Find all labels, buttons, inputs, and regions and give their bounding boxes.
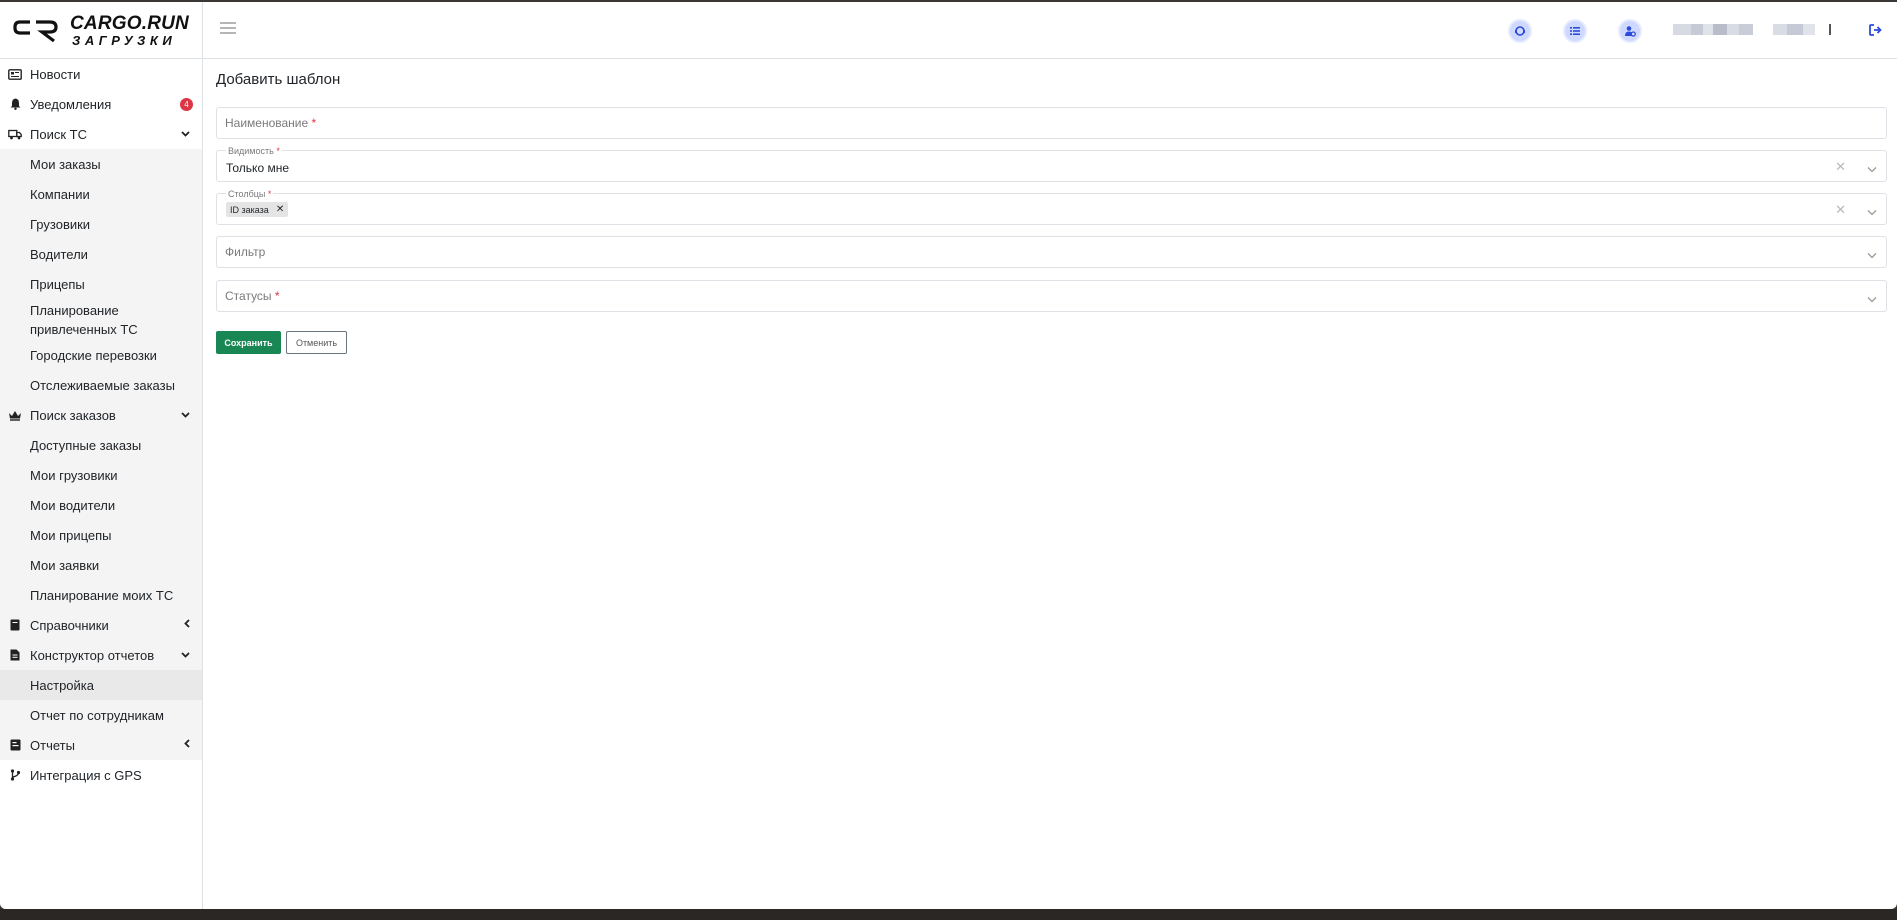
- filter-placeholder: Фильтр: [225, 245, 266, 259]
- sidebar-item-label: Поиск заказов: [30, 407, 116, 423]
- sidebar-item-label: Новости: [30, 66, 81, 82]
- menu-toggle-icon[interactable]: [218, 19, 238, 39]
- sidebar-subitem-planning-attracted[interactable]: Планирование привлеченных ТС: [0, 299, 170, 340]
- book-icon: [8, 618, 22, 632]
- visibility-label: Видимость *: [226, 146, 282, 156]
- support-icon[interactable]: [1508, 19, 1532, 43]
- document-icon: [8, 648, 22, 662]
- sidebar-item-report-builder[interactable]: Конструктор отчетов: [0, 640, 202, 670]
- os-taskbar: [0, 909, 1897, 920]
- top-bar: CARGO.RUN ЗАГРУЗКИ: [0, 2, 1897, 59]
- sidebar: Новости Уведомления 4 Поиск ТС Мои заказ…: [0, 59, 203, 909]
- sidebar-item-label: Отчеты: [30, 737, 75, 753]
- page-title: Добавить шаблон: [216, 71, 341, 88]
- chevron-down-icon[interactable]: [1867, 160, 1877, 173]
- column-tag: ID заказа ✕: [226, 202, 289, 217]
- sidebar-subitem-available-orders[interactable]: Доступные заказы: [0, 430, 202, 460]
- submenu-report-builder: Настройка Отчет по сотрудникам: [0, 670, 202, 730]
- user-name-redacted[interactable]: [1673, 24, 1833, 35]
- column-tag-label: ID заказа: [230, 204, 269, 215]
- sidebar-item-label: Справочники: [30, 617, 109, 633]
- statuses-placeholder: Статусы *: [225, 289, 280, 303]
- chevron-down-icon[interactable]: [1867, 290, 1877, 303]
- sidebar-item-gps[interactable]: Интеграция с GPS: [0, 760, 202, 790]
- sidebar-subitem-drivers[interactable]: Водители: [0, 239, 202, 269]
- visibility-value: Только мне: [226, 161, 289, 175]
- app-window: CARGO.RUN ЗАГРУЗКИ Новости Уведомления 4…: [0, 2, 1897, 909]
- sidebar-subitem-my-trailers[interactable]: Мои прицепы: [0, 520, 202, 550]
- truck-icon: [8, 127, 22, 141]
- logout-icon[interactable]: [1869, 24, 1882, 39]
- sidebar-subitem-my-orders[interactable]: Мои заказы: [0, 149, 202, 179]
- newspaper-icon: [8, 67, 22, 81]
- bell-icon: [8, 97, 22, 111]
- sidebar-subitem-my-requests[interactable]: Мои заявки: [0, 550, 202, 580]
- filter-select[interactable]: Фильтр: [216, 236, 1887, 268]
- remove-tag-icon[interactable]: ✕: [276, 204, 284, 215]
- chevron-down-icon[interactable]: [1867, 203, 1877, 216]
- chevron-down-icon: [181, 410, 190, 421]
- sidebar-subitem-companies[interactable]: Компании: [0, 179, 202, 209]
- user-settings-icon[interactable]: [1618, 19, 1642, 43]
- sidebar-subitem-tracked-orders[interactable]: Отслеживаемые заказы: [0, 370, 202, 400]
- crown-icon: [8, 408, 22, 422]
- chevron-down-icon: [181, 129, 190, 140]
- chevron-left-icon: [184, 619, 190, 631]
- name-placeholder: Наименование *: [225, 116, 317, 130]
- sidebar-subitem-trucks[interactable]: Грузовики: [0, 209, 202, 239]
- sidebar-item-notifications[interactable]: Уведомления 4: [0, 89, 202, 119]
- sidebar-item-reports[interactable]: Отчеты: [0, 730, 202, 760]
- clear-icon[interactable]: ✕: [1835, 202, 1846, 218]
- save-button[interactable]: Сохранить: [216, 331, 281, 354]
- sidebar-subitem-my-trucks[interactable]: Мои грузовики: [0, 460, 202, 490]
- sidebar-item-search-orders[interactable]: Поиск заказов: [0, 400, 202, 430]
- columns-label: Столбцы *: [226, 189, 274, 199]
- visibility-select[interactable]: Видимость * Только мне ✕: [216, 146, 1887, 182]
- chevron-down-icon: [181, 650, 190, 661]
- sidebar-subitem-my-tc-planning[interactable]: Планирование моих ТС: [0, 580, 202, 610]
- sidebar-subitem-trailers[interactable]: Прицепы: [0, 269, 202, 299]
- cancel-button[interactable]: Отменить: [286, 331, 347, 354]
- sidebar-item-news[interactable]: Новости: [0, 59, 202, 89]
- chevron-down-icon[interactable]: [1867, 246, 1877, 259]
- brand-subtitle: ЗАГРУЗКИ: [72, 33, 177, 48]
- name-input[interactable]: Наименование *: [216, 107, 1887, 139]
- columns-select[interactable]: Столбцы * ID заказа ✕ ✕: [216, 189, 1887, 225]
- sidebar-item-search-tc[interactable]: Поиск ТС: [0, 119, 202, 149]
- submenu-search-tc: Мои заказы Компании Грузовики Водители П…: [0, 149, 202, 400]
- submenu-search-orders: Доступные заказы Мои грузовики Мои водит…: [0, 430, 202, 610]
- brand-logo[interactable]: CARGO.RUN ЗАГРУЗКИ: [0, 2, 203, 59]
- sidebar-subitem-settings[interactable]: Настройка: [0, 670, 202, 700]
- chevron-left-icon: [184, 739, 190, 751]
- statuses-select[interactable]: Статусы *: [216, 280, 1887, 312]
- sidebar-item-label: Поиск ТС: [30, 126, 87, 142]
- sidebar-item-label: Интеграция с GPS: [30, 767, 142, 783]
- sidebar-subitem-employee-report[interactable]: Отчет по сотрудникам: [0, 700, 202, 730]
- brand-name: CARGO.RUN: [70, 13, 189, 34]
- sidebar-item-label: Конструктор отчетов: [30, 647, 155, 663]
- sidebar-subitem-my-drivers[interactable]: Мои водители: [0, 490, 202, 520]
- notification-count-badge: 4: [180, 97, 193, 111]
- sidebar-item-label: Уведомления: [30, 96, 112, 112]
- list-icon[interactable]: [1563, 19, 1587, 43]
- logo-mark-icon: [12, 18, 60, 44]
- branch-icon: [8, 768, 22, 782]
- clear-icon[interactable]: ✕: [1835, 159, 1846, 175]
- sidebar-subitem-city-transport[interactable]: Городские перевозки: [0, 340, 202, 370]
- sidebar-item-references[interactable]: Справочники: [0, 610, 202, 640]
- report-icon: [8, 738, 22, 752]
